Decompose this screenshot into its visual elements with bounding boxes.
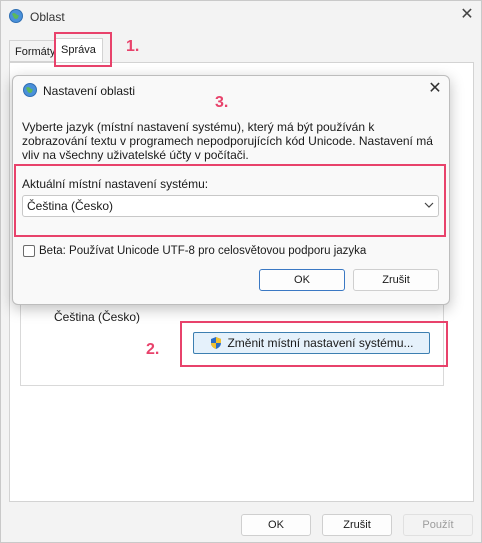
dialog-description: Vyberte jazyk (místní nastavení systému)… [22, 120, 433, 162]
dialog-title: Nastavení oblasti [43, 84, 136, 98]
highlight-change-button [180, 321, 448, 367]
step-3-label: 3. [215, 94, 229, 111]
highlight-locale-select [14, 164, 446, 237]
tab-formaty[interactable]: Formáty [9, 40, 55, 62]
current-locale-text: Čeština (Česko) [54, 310, 141, 324]
step-2-label: 2. [146, 341, 160, 358]
close-icon[interactable]: ✕ [426, 80, 444, 98]
cancel-button[interactable]: Zrušit [353, 269, 439, 291]
globe-icon [23, 83, 37, 97]
ok-button[interactable]: OK [259, 269, 345, 291]
cancel-button[interactable]: Zrušit [322, 514, 392, 536]
beta-utf8-checkbox[interactable] [23, 245, 35, 257]
globe-icon [9, 9, 23, 23]
apply-button[interactable]: Použít [403, 514, 473, 536]
beta-utf8-label: Beta: Používat Unicode UTF-8 pro celosvě… [39, 245, 367, 257]
highlight-tab [54, 32, 112, 67]
step-1-label: 1. [126, 38, 140, 55]
close-icon[interactable]: ✕ [458, 6, 476, 24]
ok-button[interactable]: OK [241, 514, 311, 536]
window-title: Oblast [30, 10, 65, 24]
